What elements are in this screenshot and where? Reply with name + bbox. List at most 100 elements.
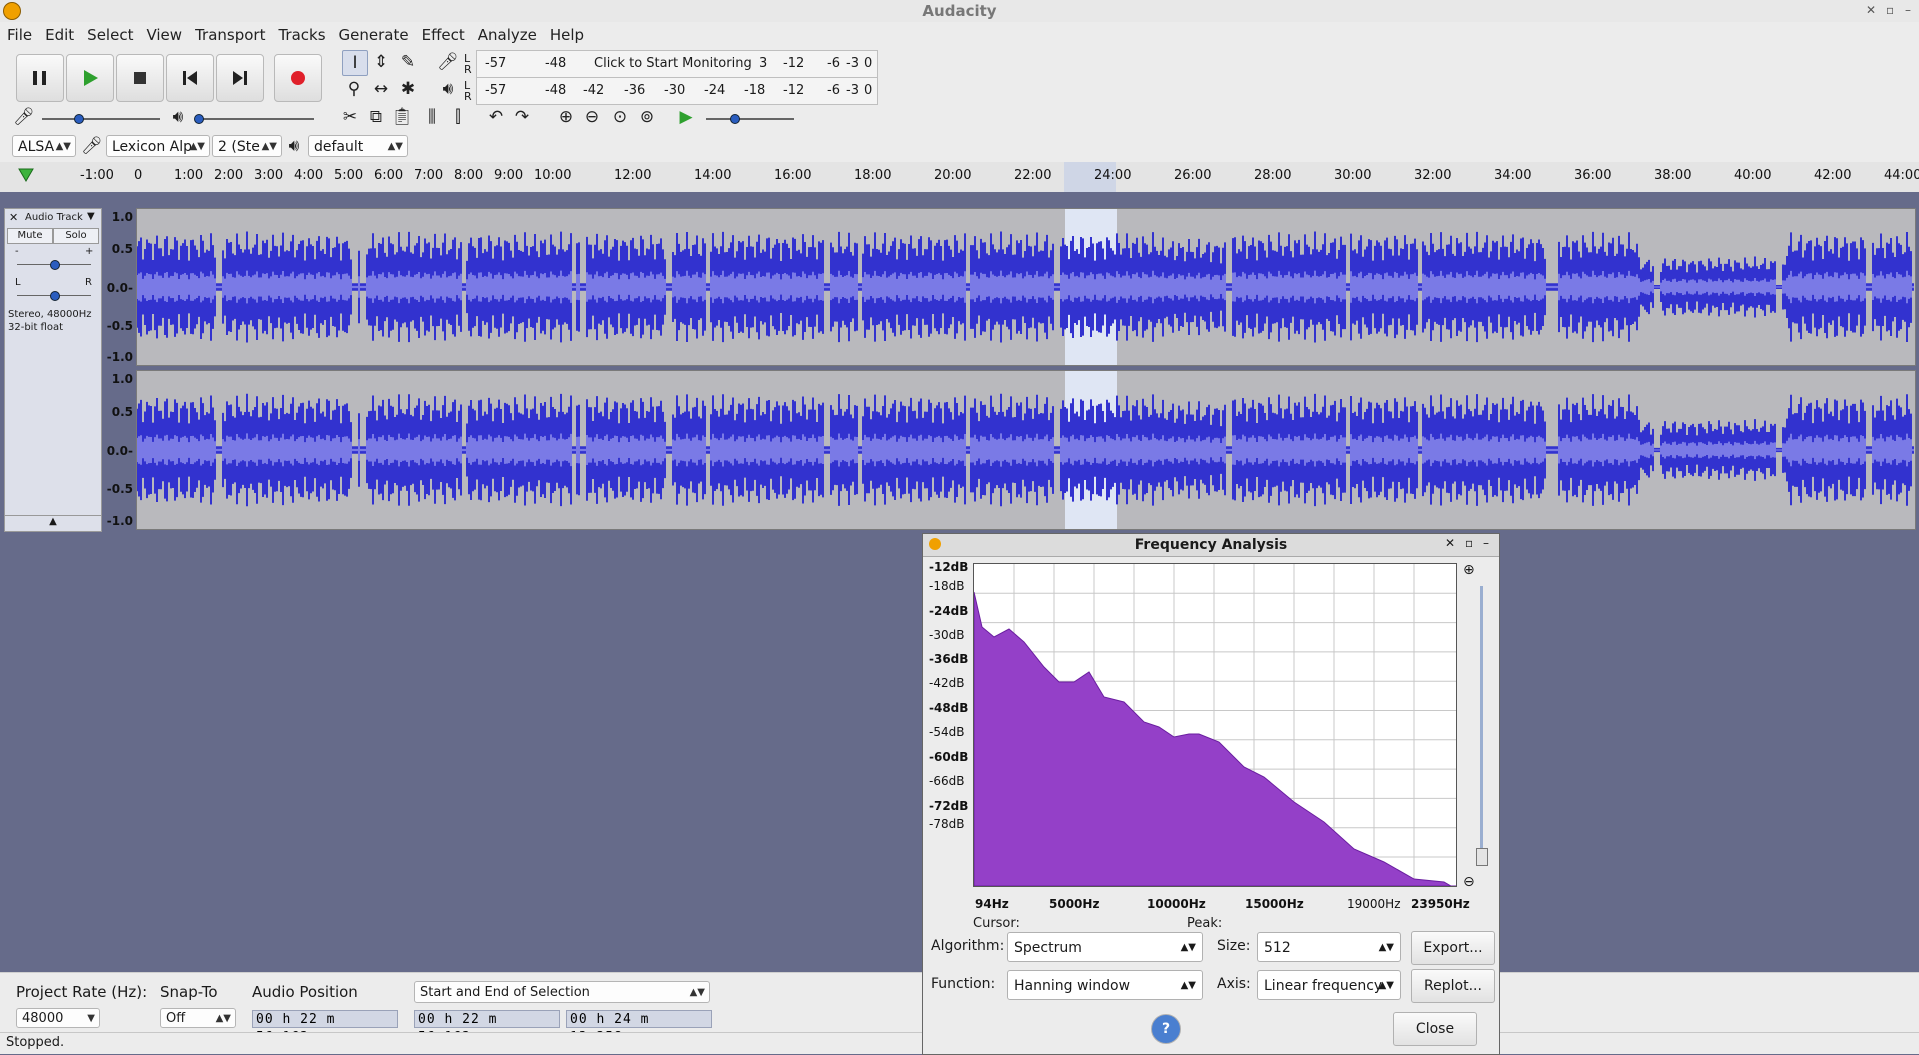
playback-meter[interactable]: -57 -48 -42 -36 -30 -24 -18 -12 -6 -3 0	[476, 77, 878, 105]
pause-button[interactable]	[16, 54, 64, 102]
pan-knob[interactable]	[50, 291, 60, 301]
stop-button[interactable]	[116, 54, 164, 102]
audio-host-select[interactable]: ALSA ▲▼	[12, 135, 76, 157]
meter-tick: 0	[864, 83, 873, 98]
skip-to-end-button[interactable]	[216, 54, 264, 102]
zoom-in-icon[interactable]: ⊕	[1463, 562, 1475, 578]
record-button[interactable]	[274, 54, 322, 102]
input-volume-slider[interactable]	[42, 118, 160, 120]
close-button[interactable]: Close	[1393, 1012, 1477, 1046]
start-monitoring-label[interactable]: Click to Start Monitoring	[594, 56, 752, 71]
menu-effect[interactable]: Effect	[415, 22, 471, 44]
playback-meter-speaker-icon[interactable]: 🔊︎	[436, 77, 460, 101]
algorithm-select[interactable]: Spectrum ▲▼	[1007, 932, 1203, 962]
menu-help[interactable]: Help	[543, 22, 590, 44]
selection-tool-icon[interactable]: I	[342, 50, 368, 76]
timeshift-tool-icon[interactable]: ↔	[369, 77, 393, 101]
export-button[interactable]: Export...	[1411, 931, 1495, 965]
recording-device-select[interactable]: Lexicon Alp ▲▼	[106, 135, 210, 157]
timeline-tick: 0	[134, 168, 143, 183]
menu-file[interactable]: File	[0, 22, 38, 44]
draw-tool-icon[interactable]: ✎	[396, 50, 420, 74]
record-meter-mic-icon[interactable]: 🎤︎	[436, 50, 460, 74]
pin-head-icon[interactable]	[18, 168, 34, 182]
project-rate-select[interactable]: 48000 ▼	[16, 1008, 100, 1028]
copy-icon[interactable]: ⧉	[364, 105, 388, 129]
menu-select[interactable]: Select	[80, 22, 139, 44]
gain-knob[interactable]	[50, 260, 60, 270]
play-button[interactable]	[66, 54, 114, 102]
fit-selection-icon[interactable]: ⊙	[608, 105, 632, 129]
dialog-minimize-icon[interactable]: –	[1483, 536, 1489, 550]
zoom-out-icon[interactable]: ⊖	[580, 105, 604, 129]
selection-start-field[interactable]: 00 h 22 m 56.163 s	[414, 1010, 560, 1045]
close-window-icon[interactable]: ✕	[1866, 3, 1876, 17]
menu-edit[interactable]: Edit	[38, 22, 80, 44]
axis-select[interactable]: Linear frequency ▲▼	[1257, 970, 1401, 1000]
timeline-ruler[interactable]: -1:00 0 1:00 2:00 3:00 4:00 5:00 6:00 7:00 8:00 9:…	[0, 162, 1919, 193]
redo-icon[interactable]: ↷	[510, 105, 534, 129]
size-select[interactable]: 512 ▲▼	[1257, 932, 1401, 962]
function-select[interactable]: Hanning window ▲▼	[1007, 970, 1203, 1000]
skip-to-start-button[interactable]	[166, 54, 214, 102]
meter-r-label: R	[464, 90, 472, 103]
selection-end-field[interactable]: 00 h 24 m 13.358 s	[566, 1010, 712, 1045]
fit-project-icon[interactable]: ⊚	[635, 105, 659, 129]
menu-generate[interactable]: Generate	[332, 22, 415, 44]
paste-icon[interactable]: 📋︎	[390, 105, 414, 129]
menu-analyze[interactable]: Analyze	[471, 22, 543, 44]
trim-icon[interactable]: ⫼	[420, 105, 444, 129]
x-axis-label: 5000Hz	[1049, 897, 1100, 911]
playback-device-select[interactable]: default ▲▼	[308, 135, 408, 157]
undo-icon[interactable]: ↶	[484, 105, 508, 129]
selection-mode-select[interactable]: Start and End of Selection ▲▼	[414, 981, 710, 1003]
menu-view[interactable]: View	[139, 22, 188, 44]
snap-to-select[interactable]: Off ▲▼	[160, 1008, 236, 1028]
waveform-left	[136, 209, 1914, 365]
zoom-tool-icon[interactable]: ⚲	[342, 77, 366, 101]
x-axis-label: 19000Hz	[1347, 897, 1401, 911]
solo-button[interactable]: Solo	[53, 228, 99, 244]
timeline-tick: 22:00	[1014, 168, 1052, 183]
output-volume-knob[interactable]	[194, 114, 204, 124]
dialog-maximize-icon[interactable]: ▫	[1465, 536, 1473, 550]
record-meter[interactable]: -57 -48 Click to Start Monitoring 3 -12 …	[476, 50, 878, 78]
play-speed-slider[interactable]	[706, 118, 794, 120]
restore-window-icon[interactable]: ▫	[1886, 3, 1894, 17]
zoom-out-icon[interactable]: ⊖	[1463, 874, 1475, 890]
cut-icon[interactable]: ✂	[338, 105, 362, 129]
timeline-tick: 6:00	[374, 168, 404, 183]
scale-label: -0.5	[106, 482, 133, 496]
menu-tracks[interactable]: Tracks	[271, 22, 331, 44]
timeline-tick: 42:00	[1814, 168, 1852, 183]
play-speed-knob[interactable]	[730, 114, 740, 124]
envelope-tool-icon[interactable]: ⇕	[369, 50, 393, 74]
replot-button[interactable]: Replot...	[1411, 969, 1495, 1003]
spectrum-plot[interactable]	[973, 563, 1457, 890]
close-track-icon[interactable]: ✕	[9, 211, 18, 224]
waveform-channel-right[interactable]	[136, 370, 1916, 530]
play-at-speed-icon[interactable]: ▶	[674, 105, 698, 129]
zoom-in-icon[interactable]: ⊕	[554, 105, 578, 129]
output-volume-slider[interactable]	[196, 118, 314, 120]
gain-plus-label: +	[85, 246, 94, 257]
audio-position-field[interactable]: 00 h 22 m 56.163 s	[252, 1010, 398, 1045]
y-axis-label: -66dB	[929, 774, 965, 788]
multi-tool-icon[interactable]: ✱	[396, 77, 420, 101]
collapse-track-icon[interactable]: ▲	[5, 515, 101, 532]
menu-transport[interactable]: Transport	[188, 22, 271, 44]
mute-button[interactable]: Mute	[7, 228, 53, 244]
track-menu-chevron-icon[interactable]: ▼	[87, 211, 95, 222]
recording-channels-select[interactable]: 2 (Ste ▲▼	[212, 135, 282, 157]
waveform-channel-left[interactable]	[136, 208, 1916, 366]
track-name-button[interactable]: Audio Track	[25, 212, 83, 223]
minimize-window-icon[interactable]: –	[1905, 3, 1911, 17]
vertical-zoom-thumb[interactable]	[1476, 848, 1488, 866]
vertical-zoom-slider[interactable]	[1480, 586, 1483, 866]
dialog-close-icon[interactable]: ✕	[1445, 536, 1455, 550]
dialog-title-bar[interactable]: Frequency Analysis	[923, 534, 1499, 557]
help-button[interactable]: ?	[1151, 1014, 1181, 1044]
timeline-tick: 38:00	[1654, 168, 1692, 183]
silence-icon[interactable]: ⫿	[446, 105, 470, 129]
input-volume-knob[interactable]	[74, 114, 84, 124]
